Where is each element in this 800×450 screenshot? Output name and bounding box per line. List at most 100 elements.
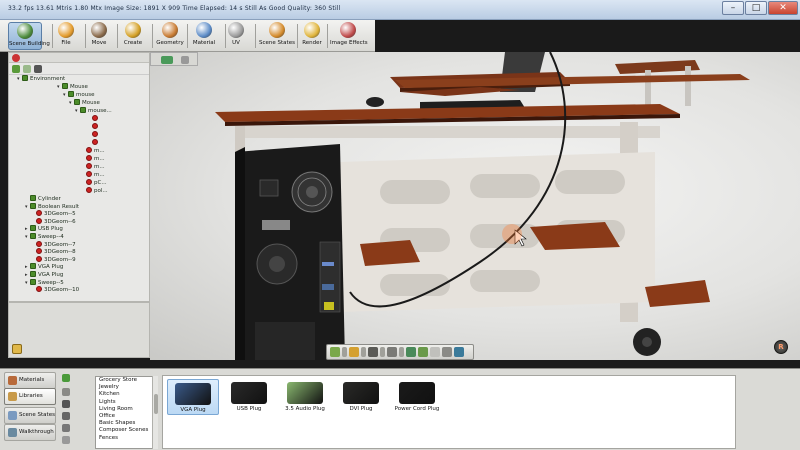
toolbar-render-button[interactable]: Render: [300, 22, 324, 50]
libraries-icon: [8, 392, 17, 401]
toolbar-label: Geometry: [156, 40, 184, 46]
3d-viewport[interactable]: [150, 52, 800, 360]
category-item[interactable]: Grocery Store: [96, 377, 156, 384]
toolbar-scene-states-button[interactable]: Scene States: [258, 22, 296, 50]
tree-node[interactable]: m...: [81, 171, 105, 179]
tab-materials[interactable]: Materials: [4, 372, 56, 389]
wifi-icon[interactable]: [430, 347, 440, 357]
tab-libraries[interactable]: Libraries: [4, 388, 56, 405]
library-item-dvi-plug[interactable]: DVI Plug: [335, 379, 387, 415]
library-tools: [60, 372, 72, 448]
geometry-node-icon: [92, 131, 98, 137]
toolbar-file-button[interactable]: File: [55, 22, 77, 50]
geometry-node-icon: [86, 155, 92, 161]
toolbar-image-effects-button[interactable]: Image Effects: [330, 22, 368, 50]
cube-view-icon[interactable]: [330, 347, 340, 357]
toolbar-uv-button[interactable]: UV: [228, 22, 244, 50]
tree-node[interactable]: m...: [81, 147, 105, 155]
tree-node[interactable]: [87, 115, 100, 123]
save-category-icon[interactable]: [62, 400, 70, 408]
tree-node-label: Mouse: [82, 100, 100, 106]
tree-node[interactable]: ▾ mouse...: [75, 107, 112, 115]
tree-node[interactable]: [87, 139, 100, 147]
grid-icon[interactable]: [442, 347, 452, 357]
select-icon[interactable]: [387, 347, 397, 357]
lock-icon[interactable]: [12, 344, 22, 354]
library-item-label: Power Cord Plug: [394, 406, 440, 412]
toolbar-separator: [187, 24, 188, 48]
library-item-usb-plug[interactable]: USB Plug: [223, 379, 275, 415]
zoom-icon[interactable]: [406, 347, 416, 357]
materials-icon: [8, 376, 17, 385]
toolbar-move-button[interactable]: Move: [88, 22, 110, 50]
group-node-icon[interactable]: [34, 65, 42, 73]
camera-view-icon[interactable]: [368, 347, 378, 357]
pin-icon[interactable]: [181, 56, 189, 64]
minimize-button[interactable]: –: [722, 1, 744, 15]
library-item-3-5-audio-plug[interactable]: 3.5 Audio Plug: [279, 379, 331, 415]
tree-node[interactable]: [87, 131, 100, 139]
render-corner-button[interactable]: R: [774, 340, 788, 354]
geometry-node-icon: [86, 147, 92, 153]
remove-category-icon[interactable]: [62, 388, 70, 396]
library-item-power-cord-plug[interactable]: Power Cord Plug: [391, 379, 443, 415]
create-icon: [125, 22, 141, 38]
category-item[interactable]: Office: [96, 413, 156, 420]
scrollbar-thumb[interactable]: [154, 394, 158, 414]
category-item[interactable]: Fences: [96, 435, 156, 442]
category-item[interactable]: Living Room: [96, 406, 156, 413]
dropdown-icon[interactable]: [380, 347, 385, 357]
toolbar-geometry-button[interactable]: Geometry: [155, 22, 185, 50]
add-node-icon[interactable]: [12, 65, 20, 73]
dropdown-icon[interactable]: [342, 347, 347, 357]
library-item-vga-plug[interactable]: VGA Plug: [167, 379, 219, 415]
dropdown-icon[interactable]: [399, 347, 404, 357]
remove-node-icon[interactable]: [23, 65, 31, 73]
tree-node-label: 3DGeom--7: [44, 241, 76, 248]
category-item[interactable]: Kitchen: [96, 391, 156, 398]
tab-label: Walkthrough: [19, 429, 54, 435]
tree-node[interactable]: 3DGeom--10: [31, 286, 79, 294]
add-category-icon[interactable]: [62, 374, 70, 382]
tree-node-label: Mouse: [70, 84, 88, 90]
tab-walkthrough[interactable]: Walkthrough: [4, 424, 56, 441]
camera-icon[interactable]: [161, 56, 173, 64]
fit-icon[interactable]: [418, 347, 428, 357]
folder-icon[interactable]: [62, 412, 70, 420]
category-scrollbar[interactable]: [152, 376, 158, 449]
tab-scene-states[interactable]: Scene States: [4, 407, 56, 424]
category-item[interactable]: Basic Shapes: [96, 420, 156, 427]
category-item[interactable]: Lights: [96, 399, 156, 406]
light-icon[interactable]: [349, 347, 359, 357]
tree-node[interactable]: [87, 123, 100, 131]
tree-node-label: pol...: [94, 188, 108, 194]
tree-node[interactable]: ▾ mouse: [63, 91, 94, 99]
toolbar-separator: [85, 24, 86, 48]
plug-thumbnail: [175, 383, 211, 405]
toolbar-scene-building-button[interactable]: Scene Building: [8, 22, 50, 50]
tree-node[interactable]: ▾ Environment: [17, 75, 65, 83]
geometry-node-icon: [36, 240, 42, 247]
tree-node-label: VGA Plug: [38, 272, 64, 278]
settings-icon[interactable]: [62, 436, 70, 444]
tree-node[interactable]: pC...: [81, 179, 107, 187]
dropdown-icon[interactable]: [361, 347, 366, 357]
close-button[interactable]: ✕: [768, 1, 798, 15]
tree-node[interactable]: pol...: [81, 187, 108, 195]
uv-icon: [228, 22, 244, 38]
tree-node[interactable]: ▾ Mouse: [69, 99, 100, 107]
library-item-label: 3.5 Audio Plug: [285, 406, 325, 412]
category-item[interactable]: Jewelry: [96, 384, 156, 391]
close-panel-icon[interactable]: [12, 54, 20, 62]
tree-node[interactable]: m...: [81, 155, 105, 163]
maximize-button[interactable]: □: [745, 1, 767, 15]
group-node-icon: [30, 233, 36, 239]
category-item[interactable]: Composer Scenes: [96, 427, 156, 434]
group-node-icon: [22, 75, 28, 81]
globe-icon[interactable]: [454, 347, 464, 357]
tree-node[interactable]: ▾ Mouse: [57, 83, 88, 91]
toolbar-material-button[interactable]: Material: [190, 22, 218, 50]
tree-node[interactable]: m...: [81, 163, 105, 171]
toolbar-create-button[interactable]: Create: [120, 22, 146, 50]
refresh-icon[interactable]: [62, 424, 70, 432]
